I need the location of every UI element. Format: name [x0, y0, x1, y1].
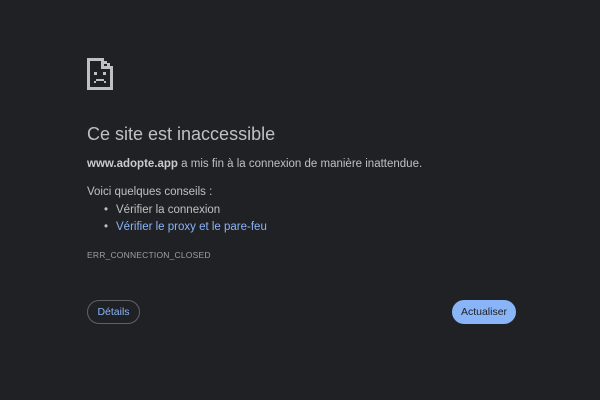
tip-check-connection: Vérifier la connexion [116, 204, 221, 216]
tip-item: • Vérifier la connexion [104, 202, 267, 219]
bullet-icon: • [104, 204, 109, 216]
tip-check-proxy-link[interactable]: Vérifier le proxy et le pare-feu [116, 221, 267, 233]
error-page: Ce site est inaccessible www.adopte.app … [0, 0, 600, 400]
error-message: www.adopte.app a mis fin à la connexion … [87, 157, 422, 172]
tips-list: • Vérifier la connexion • Vérifier le pr… [104, 202, 267, 236]
details-button[interactable]: Détails [87, 300, 140, 324]
reload-button[interactable]: Actualiser [452, 300, 516, 324]
sad-file-icon [87, 58, 113, 90]
bullet-icon: • [104, 221, 109, 233]
tip-item: • Vérifier le proxy et le pare-feu [104, 219, 267, 236]
tips-heading: Voici quelques conseils : [87, 186, 213, 198]
site-host: www.adopte.app [87, 158, 178, 170]
error-code: ERR_CONNECTION_CLOSED [87, 250, 211, 260]
error-message-text: a mis fin à la connexion de manière inat… [177, 158, 423, 170]
page-title: Ce site est inaccessible [87, 124, 276, 144]
